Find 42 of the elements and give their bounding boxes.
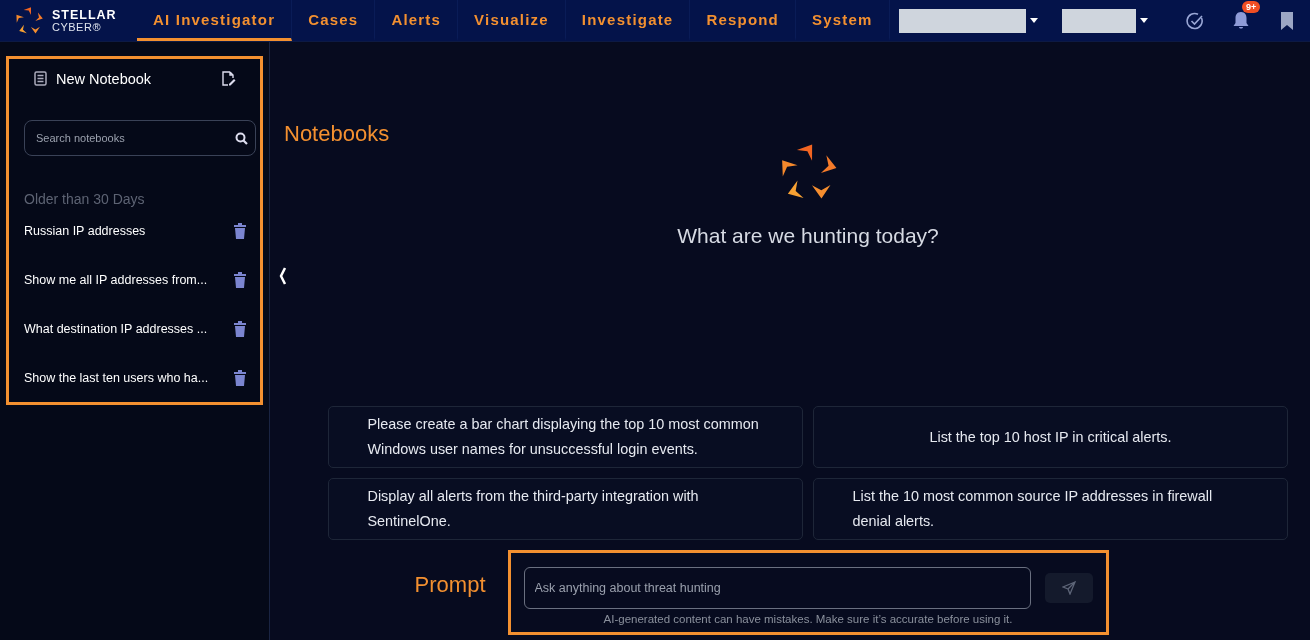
group-label: Older than 30 Days (24, 190, 146, 207)
caret-icon (1030, 18, 1038, 23)
bookmark-icon[interactable] (1280, 11, 1294, 30)
trash-icon[interactable] (234, 223, 246, 240)
disclaimer-text: AI-generated content can have mistakes. Make sure it’s accurate before using it. (603, 613, 1013, 625)
bell-icon[interactable] (1232, 11, 1250, 30)
trash-icon[interactable] (234, 272, 246, 289)
nav-tab[interactable]: Respond (690, 0, 796, 41)
suggestion-card[interactable]: Display all alerts from the third-party integration with SentinelOne. (328, 478, 803, 540)
trash-icon[interactable] (234, 369, 246, 386)
callout-label: Prompt (414, 572, 486, 598)
suggestion-card[interactable]: List the 10 most common source IP addresses in firewall denial alerts. (813, 478, 1288, 540)
notebook-icon (34, 71, 47, 87)
suggestion-card[interactable]: List the top 10 host IP in critical alerts. (813, 406, 1288, 468)
callout-label: Notebooks (284, 121, 390, 147)
search-field[interactable]: Search notebooks (24, 119, 256, 156)
brand-subname: CYBER® (52, 20, 102, 33)
send-icon (1061, 581, 1076, 595)
nav-tab[interactable]: Visualize (458, 0, 566, 41)
brand-name: STELLAR (52, 8, 117, 21)
search-icon (235, 131, 248, 145)
nav-tab[interactable]: Alerts (375, 0, 459, 41)
notebook-item[interactable]: What destination IP addresses ... (24, 321, 208, 336)
caret-icon (1140, 18, 1148, 23)
redacted-field[interactable] (1062, 8, 1136, 33)
redacted-field[interactable] (899, 8, 1026, 33)
check-circle-icon[interactable] (1186, 11, 1204, 30)
new-notebook-button[interactable]: New Notebook (56, 70, 212, 87)
notebook-item[interactable]: Show me all IP addresses from... (24, 273, 208, 288)
nav-tab[interactable]: Investigate (565, 0, 691, 41)
notebook-item[interactable]: Show the last ten users who ha... (24, 370, 209, 385)
nav-tab[interactable]: Cases (292, 0, 376, 41)
nav-tab[interactable]: System (796, 0, 890, 41)
notification-badge: 9+ (1242, 1, 1261, 13)
suggestion-card[interactable]: Please create a bar chart displaying the top 10 most common Windows user names for unsuccessful login events. (328, 406, 803, 468)
collapse-chevron-icon[interactable] (279, 267, 287, 285)
edit-note-icon[interactable] (221, 71, 236, 87)
headline: What are we hunting today? (677, 224, 939, 248)
prompt-input[interactable]: Ask anything about threat hunting (523, 567, 1031, 609)
notebook-item[interactable]: Russian IP addresses (24, 224, 146, 239)
send-button[interactable] (1044, 573, 1093, 603)
trash-icon[interactable] (234, 320, 246, 337)
